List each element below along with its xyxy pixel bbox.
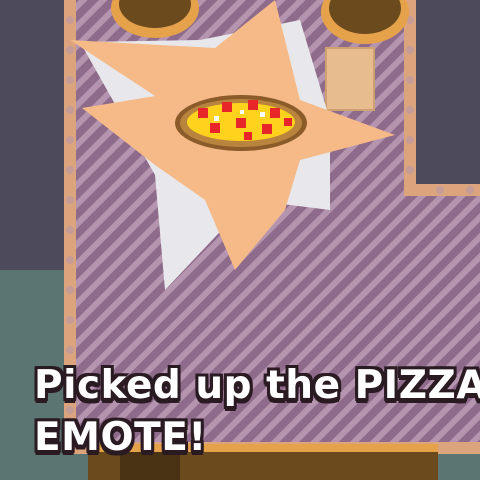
notification-line-2: EMOTE! bbox=[34, 415, 207, 460]
notification-line-1: Picked up the PIZZA bbox=[34, 363, 480, 408]
top-right-wall bbox=[410, 0, 480, 190]
pickup-notification: Picked up the PIZZA EMOTE! bbox=[34, 360, 480, 464]
pizza-icon bbox=[175, 95, 307, 151]
crate bbox=[325, 47, 375, 111]
